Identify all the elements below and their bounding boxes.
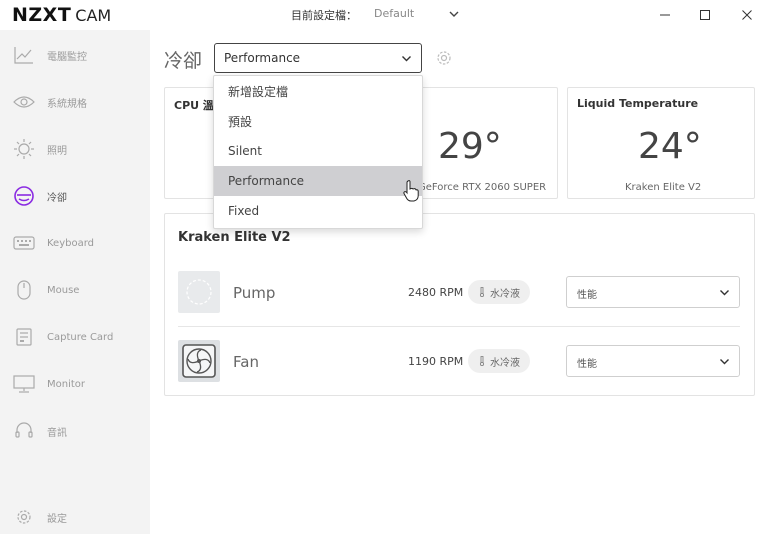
close-button[interactable] — [738, 6, 756, 24]
current-profile-label: 目前設定檔： — [291, 9, 357, 22]
profile-select-value: Performance — [224, 51, 301, 65]
menu-item-label: 預設 — [228, 114, 253, 129]
maximize-icon — [700, 10, 710, 20]
sun-icon — [13, 138, 35, 160]
minimize-icon — [660, 14, 670, 16]
gear-icon[interactable] — [436, 50, 452, 66]
pump-icon — [178, 271, 220, 313]
sidebar-item-label: Keyboard — [47, 237, 95, 249]
liquid-device-name: Kraken Elite V2 — [625, 182, 702, 193]
monitor-icon — [13, 373, 35, 395]
sidebar-item-settings[interactable]: 設定 — [0, 497, 150, 534]
sidebar-item-label: 照明 — [47, 145, 67, 157]
fan-name: Fan — [233, 353, 259, 371]
sidebar-item-label: Capture Card — [47, 331, 114, 343]
fan-mode-select[interactable]: 性能 — [566, 345, 740, 377]
sidebar-item-monitor[interactable]: Monitor — [0, 364, 150, 404]
sidebar-item-label: Mouse — [47, 284, 80, 296]
gear-icon — [13, 506, 35, 528]
sidebar-item-cooling[interactable]: 冷卻 — [0, 176, 150, 216]
fan-rpm: 1190 RPM — [408, 355, 464, 368]
profile-select[interactable]: Performance — [214, 43, 422, 73]
menu-item-label: Silent — [228, 144, 262, 158]
chevron-down-icon — [720, 290, 729, 296]
brand-nzxt: NZXT — [12, 4, 72, 26]
hand-cursor-icon — [403, 180, 419, 202]
headset-icon — [13, 420, 35, 442]
app-logo: NZXT CAM — [12, 4, 111, 26]
keyboard-icon — [13, 232, 35, 254]
liquid-temp-card: Liquid Temperature 24° Kraken Elite V2 — [567, 87, 755, 199]
menu-item-default[interactable]: 預設 — [214, 106, 422, 136]
liquid-temp-value: 24° — [638, 126, 702, 167]
chevron-down-icon — [720, 359, 729, 365]
thermometer-icon — [479, 287, 485, 297]
menu-item-performance[interactable]: Performance — [214, 166, 422, 196]
menu-item-fixed[interactable]: Fixed — [214, 196, 422, 226]
gpu-temp-value: 29° — [438, 126, 502, 167]
chevron-down-icon — [402, 56, 411, 62]
pump-name: Pump — [233, 284, 276, 302]
sidebar-item-label: 系統規格 — [47, 98, 87, 110]
thermometer-icon — [479, 356, 485, 366]
mouse-icon — [13, 279, 35, 301]
cooling-icon — [13, 185, 35, 207]
fan-mode-value: 性能 — [577, 359, 597, 370]
menu-item-label: Performance — [228, 174, 305, 188]
title-bar: NZXT CAM 目前設定檔： Default — [0, 0, 768, 30]
row-divider — [178, 326, 740, 327]
menu-item-silent[interactable]: Silent — [214, 136, 422, 166]
page-title: 冷卻 — [164, 50, 203, 72]
sidebar: 電腦監控 系統規格 照明 冷卻 Keyboard Mouse Capture C… — [0, 30, 150, 534]
pump-mode-value: 性能 — [577, 290, 597, 301]
minimize-button[interactable] — [656, 6, 674, 24]
sidebar-item-monitoring[interactable]: 電腦監控 — [0, 35, 150, 75]
pump-mode-select[interactable]: 性能 — [566, 276, 740, 308]
sidebar-item-label: 電腦監控 — [47, 51, 87, 63]
current-profile-value[interactable]: Default — [374, 7, 414, 20]
sidebar-item-keyboard[interactable]: Keyboard — [0, 223, 150, 263]
tag-label: 水冷液 — [490, 288, 520, 300]
sidebar-item-mouse[interactable]: Mouse — [0, 270, 150, 310]
chevron-down-icon[interactable] — [448, 8, 460, 20]
sidebar-item-label: 音訊 — [47, 427, 67, 439]
tag-label: 水冷液 — [490, 357, 520, 369]
menu-item-label: 新增設定檔 — [228, 84, 289, 99]
pump-source-tag: 水冷液 — [468, 280, 530, 304]
profile-dropdown-menu: 新增設定檔 預設 Silent Performance Fixed — [213, 75, 423, 229]
chart-icon — [13, 44, 35, 66]
menu-item-new-profile[interactable]: 新增設定檔 — [214, 76, 422, 106]
gpu-name: GeForce RTX 2060 SUPER — [418, 182, 547, 193]
sidebar-item-label: 冷卻 — [47, 192, 67, 204]
sidebar-item-label: 設定 — [47, 513, 67, 525]
close-icon — [742, 10, 752, 20]
sidebar-item-audio[interactable]: 音訊 — [0, 411, 150, 451]
fan-icon — [178, 340, 220, 382]
sidebar-item-system-specs[interactable]: 系統規格 — [0, 82, 150, 122]
card-title: Liquid Temperature — [577, 97, 699, 110]
pump-rpm: 2480 RPM — [408, 286, 464, 299]
sidebar-item-capture-card[interactable]: Capture Card — [0, 317, 150, 357]
sidebar-item-label: Monitor — [47, 378, 86, 390]
device-title: Kraken Elite V2 — [178, 230, 291, 245]
brand-cam: CAM — [75, 6, 112, 25]
maximize-button[interactable] — [696, 6, 714, 24]
fan-source-tag: 水冷液 — [468, 349, 530, 373]
sidebar-item-lighting[interactable]: 照明 — [0, 129, 150, 169]
capture-card-icon — [13, 326, 35, 348]
menu-item-label: Fixed — [228, 204, 260, 218]
eye-icon — [13, 91, 35, 113]
